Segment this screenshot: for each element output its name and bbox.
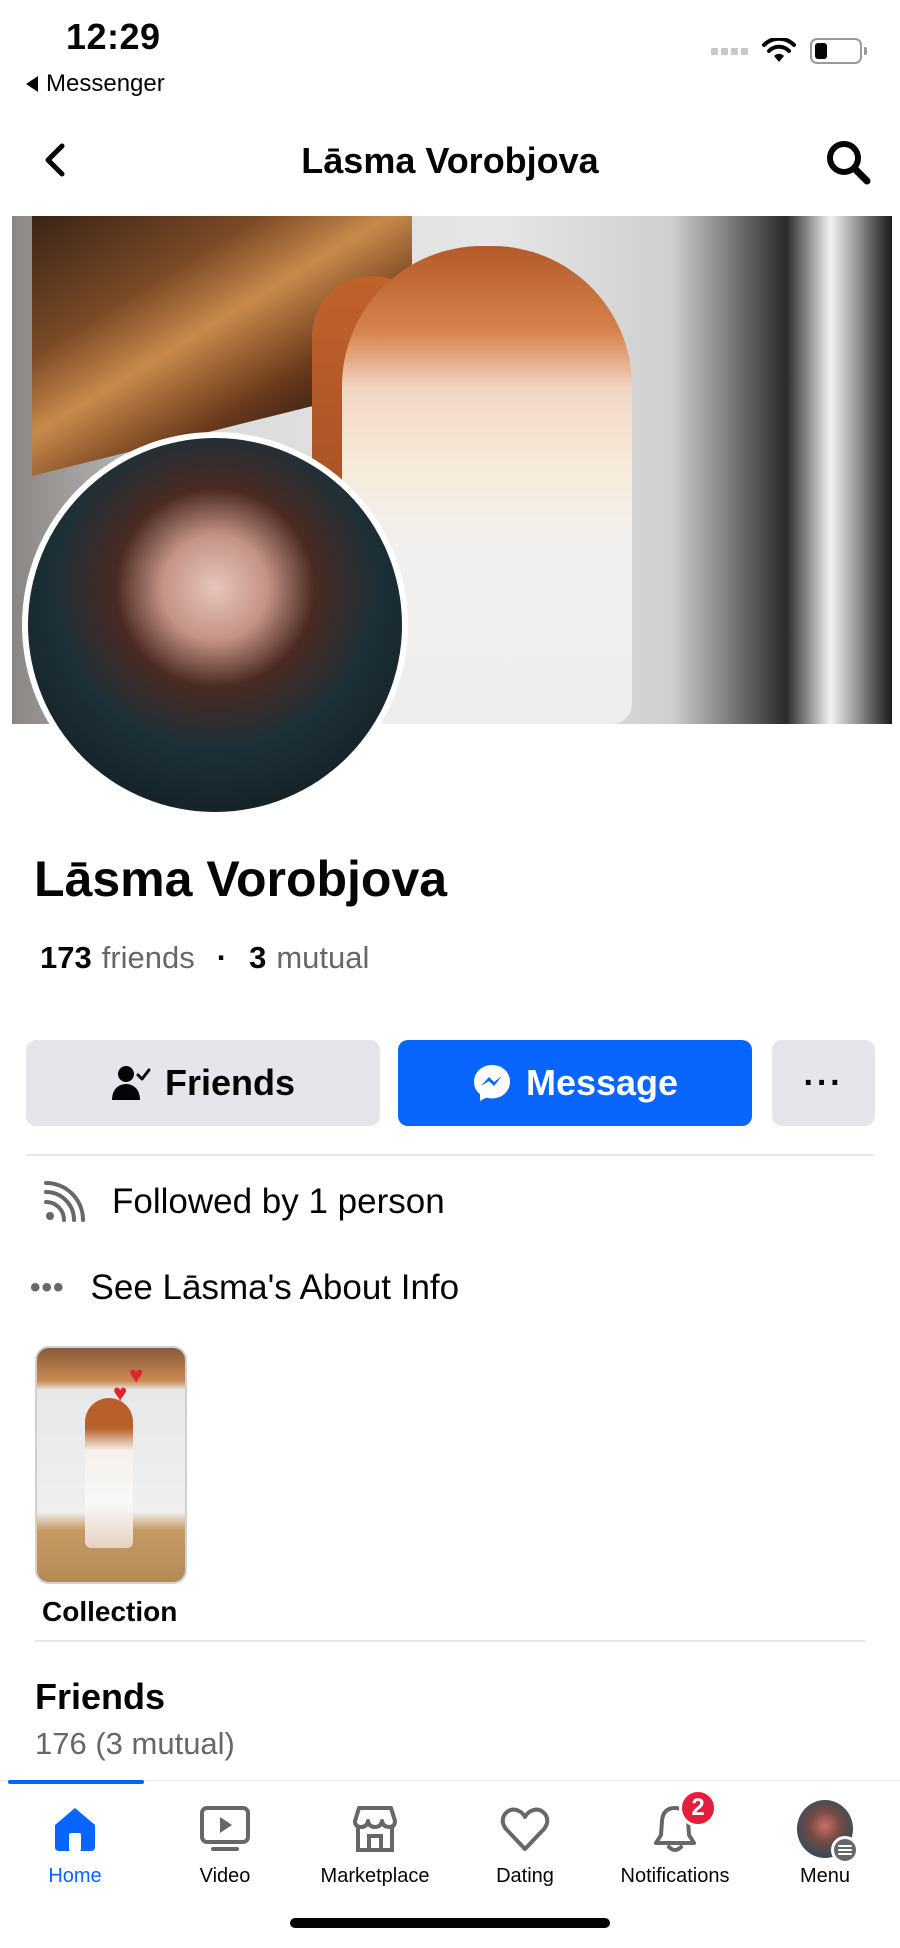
- tab-marketplace[interactable]: Marketplace: [300, 1801, 450, 1888]
- friends-count: 173: [40, 940, 92, 975]
- message-button-label: Message: [525, 1062, 679, 1103]
- mutual-label: mutual: [276, 940, 370, 975]
- home-indicator: [290, 1918, 610, 1928]
- tab-notifications[interactable]: 2 Notifications: [600, 1789, 750, 1888]
- hamburger-icon: [838, 1845, 852, 1855]
- tab-menu[interactable]: Menu: [750, 1800, 900, 1888]
- status-time: 12:29: [66, 16, 161, 57]
- tab-dating-label: Dating: [496, 1865, 554, 1887]
- rss-feed-icon: [44, 1181, 85, 1222]
- more-options-button[interactable]: ···: [772, 1040, 875, 1126]
- page-title: Lāsma Vorobjova: [301, 140, 599, 181]
- back-to-app-link[interactable]: Messenger: [26, 70, 165, 98]
- friends-summary[interactable]: 173 friends · 3 mutual: [40, 940, 369, 976]
- tab-marketplace-label: Marketplace: [320, 1865, 430, 1887]
- friends-button-label: Friends: [164, 1062, 296, 1103]
- profile-picture[interactable]: [22, 432, 408, 818]
- divider: [26, 1154, 874, 1156]
- person-check-icon: [111, 1066, 151, 1100]
- mutual-count: 3: [249, 940, 267, 975]
- messenger-icon: [473, 1065, 510, 1101]
- friends-button[interactable]: Friends: [26, 1040, 380, 1126]
- back-triangle-icon: [26, 76, 38, 92]
- divider: [35, 1640, 865, 1642]
- signal-icon: [711, 47, 748, 55]
- wifi-icon: [762, 38, 796, 62]
- menu-avatar: [797, 1800, 859, 1864]
- friends-section-count: 176 (3 mutual): [35, 1726, 235, 1761]
- search-icon[interactable]: [824, 138, 872, 186]
- collection-label: Collection: [42, 1596, 178, 1627]
- status-indicators: [711, 38, 867, 64]
- dating-icon: [500, 1807, 550, 1851]
- collection-thumbnail[interactable]: ♥ ♥: [35, 1346, 187, 1584]
- separator-dot: ·: [216, 940, 228, 975]
- profile-name: Lāsma Vorobjova: [34, 851, 448, 907]
- marketplace-icon: [353, 1806, 397, 1852]
- battery-icon: [810, 38, 867, 64]
- more-dots-icon: ···: [803, 1063, 844, 1102]
- about-info-row[interactable]: ••• See Lāsma's About Info: [30, 1268, 459, 1308]
- back-app-label: Messenger: [46, 70, 165, 97]
- notification-badge: 2: [679, 1789, 717, 1827]
- about-info-text: See Lāsma's About Info: [90, 1268, 460, 1307]
- tab-notifications-label: Notifications: [620, 1865, 730, 1887]
- tab-video[interactable]: Video: [150, 1801, 300, 1888]
- followed-by-text: Followed by 1 person: [112, 1182, 445, 1221]
- message-button[interactable]: Message: [398, 1040, 752, 1126]
- active-tab-indicator: [8, 1780, 144, 1784]
- tab-home-label: Home: [48, 1865, 102, 1887]
- followed-by-row[interactable]: Followed by 1 person: [42, 1180, 445, 1224]
- ellipsis-icon: •••: [30, 1271, 65, 1304]
- friends-label: friends: [101, 940, 195, 975]
- tab-dating[interactable]: Dating: [450, 1801, 600, 1888]
- tab-video-label: Video: [199, 1865, 251, 1887]
- home-icon: [55, 1808, 95, 1851]
- heart-sticker-icon: ♥: [129, 1362, 144, 1389]
- friends-section-title[interactable]: Friends: [35, 1676, 165, 1718]
- heart-sticker-icon: ♥: [113, 1380, 128, 1407]
- video-icon: [200, 1806, 250, 1851]
- tab-home[interactable]: Home: [0, 1801, 150, 1888]
- tab-menu-label: Menu: [799, 1865, 851, 1887]
